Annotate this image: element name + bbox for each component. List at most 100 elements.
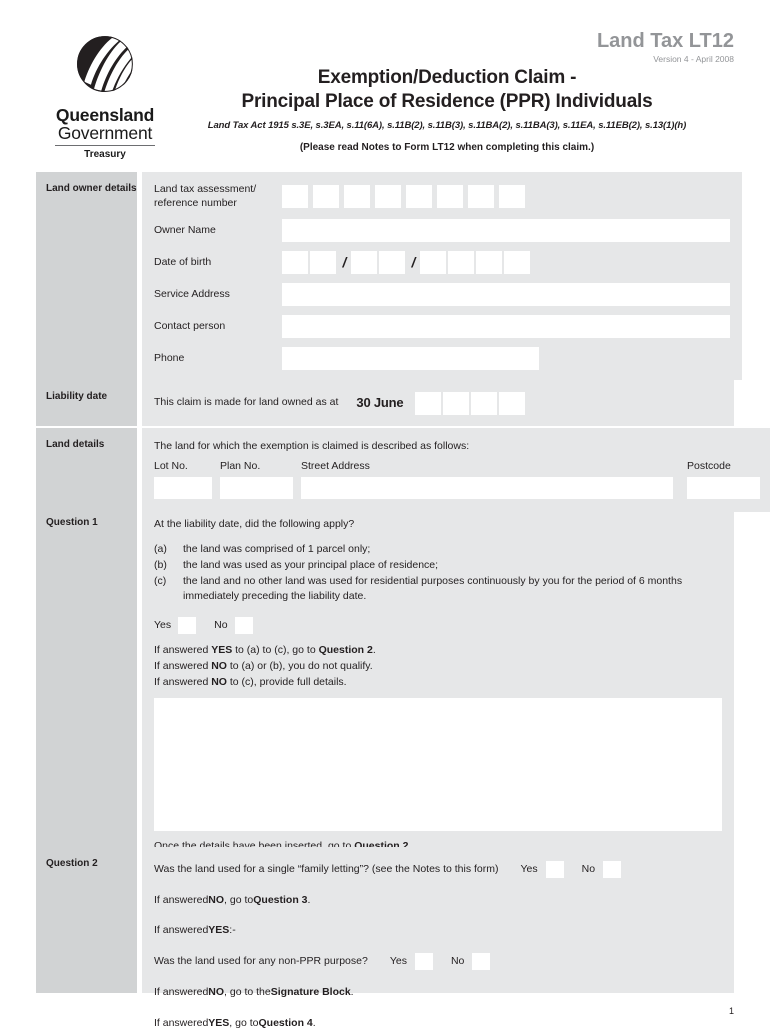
question-1-condition-1-pre: If answered: [154, 643, 212, 656]
section-liability-date: Liability date This claim is made for la…: [36, 380, 734, 426]
dob-year-cell[interactable]: [504, 250, 530, 274]
question-2-line-signature-bold2: Signature Block: [270, 986, 351, 999]
phone-input[interactable]: [282, 346, 539, 370]
section-label-question-1: Question 1: [36, 506, 137, 865]
act-reference: Land Tax Act 1915 s.3E, s.3EA, s.11(6A),…: [207, 119, 687, 131]
page-header: Queensland Government Treasury Land Tax …: [0, 0, 770, 160]
land-details-inputs: [154, 477, 760, 500]
queensland-government-logo: Queensland Government Treasury: [55, 30, 155, 160]
question-1-condition-1-mid: to (a) to (c), go to: [232, 643, 319, 656]
question-2-line-signature-bold: NO: [208, 986, 225, 999]
question-1-yes-no-row: Yes No: [154, 616, 722, 634]
reference-number-cell[interactable]: [437, 184, 463, 208]
liability-year-cell[interactable]: [499, 391, 526, 415]
section-body-question-1: At the liability date, did the following…: [142, 506, 734, 865]
section-question-1: Question 1 At the liability date, did th…: [36, 506, 734, 865]
section-body-land-details: The land for which the exemption is clai…: [142, 428, 770, 513]
section-land-owner-details: Land owner details Land tax assessment/ …: [36, 172, 742, 381]
reference-number-cell[interactable]: [375, 184, 401, 208]
service-address-input[interactable]: [282, 282, 730, 306]
logo-text-queensland: Queensland: [55, 105, 155, 125]
reference-number-cell[interactable]: [499, 184, 525, 208]
section-label-land-owner-details: Land owner details: [36, 172, 137, 381]
page-number: 1: [728, 1006, 734, 1016]
question-1-intro: At the liability date, did the following…: [154, 518, 355, 530]
question-1-item-c-text: the land and no other land was used for …: [183, 575, 683, 602]
question-1-no-label: No: [214, 618, 228, 631]
question-2-line-no-bold2: Question 3: [253, 894, 308, 906]
dob-day-cell[interactable]: [282, 250, 308, 274]
question-1-condition-1-bold1: YES: [211, 643, 233, 656]
question-2-family-letting-row: Was the land used for a single “family l…: [154, 861, 722, 878]
question-1-item-b-mark: (b): [154, 559, 167, 572]
dob-separator-icon: /: [342, 253, 347, 270]
date-of-birth-input[interactable]: / /: [282, 250, 532, 274]
reference-number-cell[interactable]: [344, 184, 370, 208]
plan-no-input[interactable]: [220, 477, 293, 500]
lot-no-input[interactable]: [154, 477, 212, 500]
field-row-phone: Phone: [154, 346, 730, 370]
reference-number-input[interactable]: [282, 184, 530, 208]
reference-number-cell[interactable]: [313, 184, 339, 208]
question-2-line-no: If answered NO, go to Question 3.: [154, 893, 722, 908]
liability-date-fixed: 30 June: [356, 394, 404, 410]
question-2-line-signature-mid: , go to the: [224, 986, 271, 999]
question-1-condition-2-pre: If answered: [154, 659, 212, 672]
question-1-item-a-text: the land was comprised of 1 parcel only;: [183, 543, 371, 556]
question-2-line-signature: If answered NO, go to the Signature Bloc…: [154, 985, 722, 1000]
question-2-family-letting-no-checkbox[interactable]: [603, 861, 622, 878]
dob-month-cell[interactable]: [379, 250, 405, 274]
question-1-condition-1: If answered YES to (a) to (c), go to Que…: [154, 643, 722, 659]
owner-name-input[interactable]: [282, 218, 730, 242]
liability-year-cell[interactable]: [443, 391, 470, 415]
reference-number-cell[interactable]: [468, 184, 494, 208]
question-1-details-textarea[interactable]: [154, 697, 722, 831]
question-2-line-question4-pre: If answered: [154, 1016, 209, 1029]
question-1-condition-3-mid: to (c), provide full details.: [226, 675, 347, 688]
postcode-input[interactable]: [687, 477, 760, 500]
dob-year-cell[interactable]: [476, 250, 502, 274]
field-row-date-of-birth: Date of birth / /: [154, 250, 730, 274]
label-phone: Phone: [154, 352, 185, 365]
liability-date-row: This claim is made for land owned as at …: [154, 391, 722, 415]
question-1-condition-1-bold2: Question 2: [318, 643, 373, 656]
logo-text-treasury: Treasury: [84, 148, 126, 160]
liability-year-cell[interactable]: [415, 391, 442, 415]
question-2-line-signature-pre: If answered: [154, 986, 209, 999]
liability-year-input[interactable]: [415, 391, 527, 415]
question-2-line-no-pre: If answered: [154, 894, 209, 906]
question-2-line-no-bold: NO: [208, 894, 225, 906]
field-row-owner-name: Owner Name: [154, 218, 730, 242]
dob-month-cell[interactable]: [351, 250, 377, 274]
question-2-line-yes-pre: If answered: [154, 924, 209, 937]
section-question-2: Question 2 Was the land used for a singl…: [36, 847, 734, 1029]
section-body-liability-date: This claim is made for land owned as at …: [142, 380, 734, 426]
street-address-input[interactable]: [301, 477, 673, 500]
question-2-family-letting-yes-checkbox[interactable]: [545, 861, 564, 878]
dob-year-cell[interactable]: [420, 250, 446, 274]
document-code: Land Tax LT12: [596, 30, 734, 52]
question-1-condition-3-bold1: NO: [211, 675, 227, 688]
liability-year-cell[interactable]: [471, 391, 498, 415]
question-2-line-question4-mid: , go to: [229, 1016, 259, 1029]
question-2-line-yes-post: :-: [229, 924, 236, 937]
question-2-line-question4-bold2: Question 4: [258, 1016, 313, 1029]
question-1-item-b-text: the land was used as your principal plac…: [183, 559, 439, 572]
question-2-non-ppr-no-checkbox[interactable]: [472, 953, 491, 971]
contact-person-input[interactable]: [282, 314, 730, 338]
question-2-non-ppr-yes-checkbox[interactable]: [414, 953, 433, 971]
dob-day-cell[interactable]: [310, 250, 336, 274]
reference-number-cell[interactable]: [282, 184, 308, 208]
question-1-item-c: (c) the land and no other land was used …: [154, 574, 722, 604]
question-1-condition-2: If answered NO to (a) or (b), you do not…: [154, 659, 722, 675]
question-2-non-ppr-question: Was the land used for any non-PPR purpos…: [154, 955, 368, 968]
label-date-of-birth: Date of birth: [154, 256, 212, 269]
reference-number-cell[interactable]: [406, 184, 432, 208]
question-1-item-a: (a) the land was comprised of 1 parcel o…: [154, 542, 722, 557]
land-details-column-headers: Lot No. Plan No. Street Address Postcode: [154, 459, 760, 474]
label-owner-name: Owner Name: [154, 224, 216, 237]
question-1-item-c-mark: (c): [154, 575, 167, 588]
question-1-no-checkbox[interactable]: [234, 616, 253, 634]
dob-year-cell[interactable]: [448, 250, 474, 274]
question-1-yes-checkbox[interactable]: [178, 616, 197, 634]
